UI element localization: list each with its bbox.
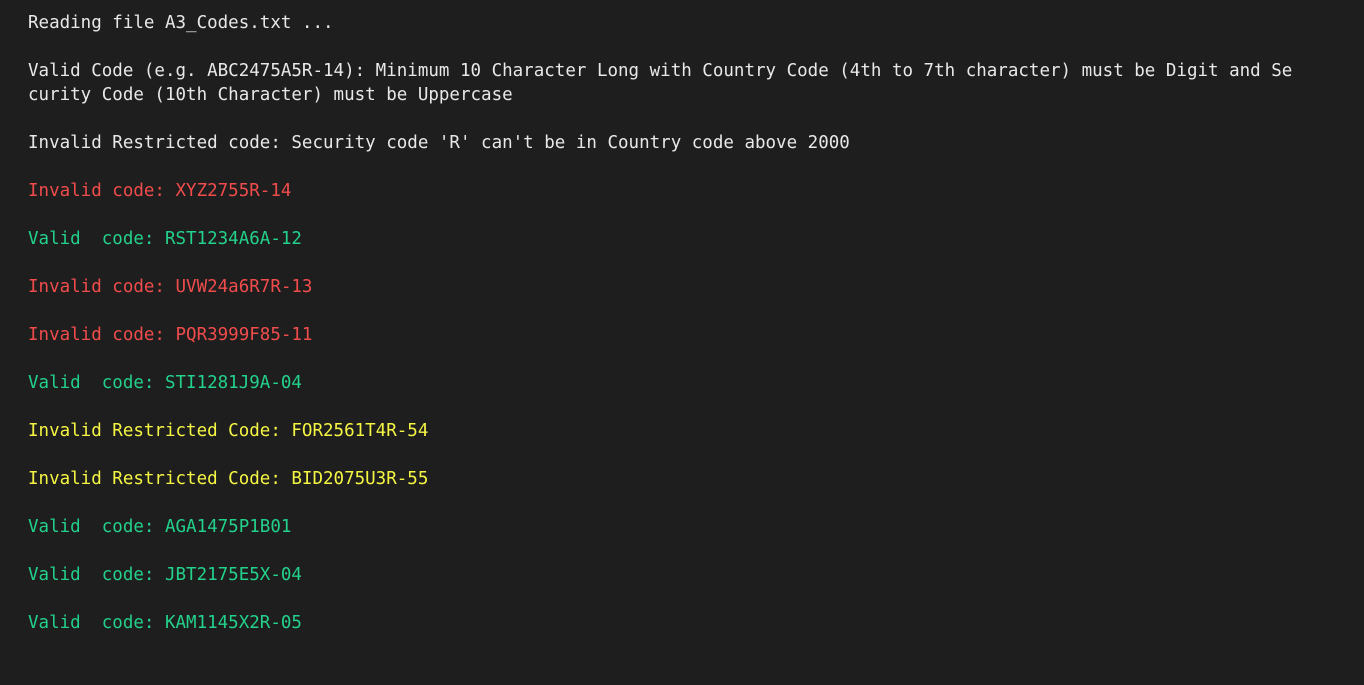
result-line-restricted: Invalid Restricted Code: FOR2561T4R-54 <box>28 421 429 441</box>
result-line-valid: Valid code: STI1281J9A-04 <box>28 373 302 393</box>
reading-file-line: Reading file A3_Codes.txt ... <box>28 13 334 33</box>
result-line-valid: Valid code: JBT2175E5X-04 <box>28 565 302 585</box>
result-line-valid: Valid code: RST1234A6A-12 <box>28 229 302 249</box>
result-line-invalid: Invalid code: PQR3999F85-11 <box>28 325 313 345</box>
valid-code-rule-line-continued: curity Code (10th Character) must be Upp… <box>28 85 513 105</box>
terminal-output[interactable]: Reading file A3_Codes.txt ... Valid Code… <box>0 0 1364 685</box>
result-line-valid: Valid code: KAM1145X2R-05 <box>28 613 302 633</box>
restricted-code-rule-line: Invalid Restricted code: Security code '… <box>28 133 850 153</box>
result-line-invalid: Invalid code: UVW24a6R7R-13 <box>28 277 313 297</box>
result-line-invalid: Invalid code: XYZ2755R-14 <box>28 181 292 201</box>
result-line-restricted: Invalid Restricted Code: BID2075U3R-55 <box>28 469 429 489</box>
valid-code-rule-line: Valid Code (e.g. ABC2475A5R-14): Minimum… <box>28 61 1293 81</box>
result-line-valid: Valid code: AGA1475P1B01 <box>28 517 292 537</box>
